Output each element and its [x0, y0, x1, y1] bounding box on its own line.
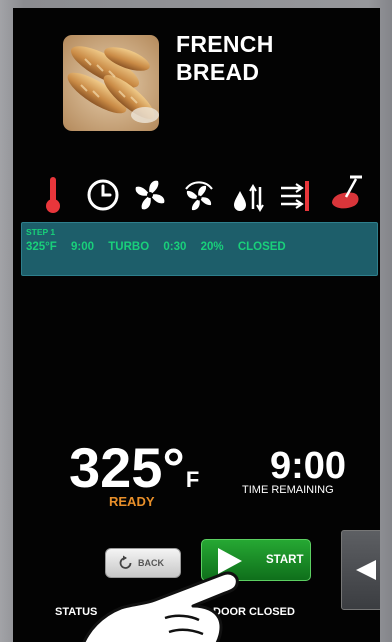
- time-remaining-label: TIME REMAINING: [242, 484, 334, 496]
- turbo-fan-icon: [130, 173, 170, 217]
- touch-screen: FRENCH BREAD STEP 1 325°F 9:00 TURBO 0:3…: [13, 8, 380, 642]
- recipe-title-line2: BREAD: [176, 59, 260, 85]
- step-label: STEP 1: [26, 227, 56, 237]
- step-fan-time: 0:30: [163, 241, 187, 253]
- temperature-value: 325°: [69, 436, 185, 499]
- oven-control-device: FRENCH BREAD STEP 1 325°F 9:00 TURBO 0:3…: [0, 0, 392, 642]
- pointing-hand-icon: [82, 571, 239, 642]
- thermometer-icon: [33, 173, 73, 217]
- vent-icon: [275, 173, 315, 217]
- step-time: 9:00: [71, 241, 95, 253]
- step-fan-mode: TURBO: [108, 241, 150, 253]
- step-humidity: 20%: [200, 241, 224, 253]
- recipe-image: [63, 35, 159, 131]
- temperature-status: READY: [109, 494, 155, 509]
- moisture-icon: [228, 173, 268, 217]
- step-vent: CLOSED: [237, 241, 286, 253]
- step-1-panel[interactable]: STEP 1 325°F 9:00 TURBO 0:30 20% CLOSED: [21, 222, 378, 276]
- meat-probe-icon: [326, 173, 366, 217]
- start-button-label: START: [266, 554, 304, 566]
- clock-icon: [83, 173, 123, 217]
- side-panel-toggle[interactable]: [341, 530, 380, 610]
- step-temperature: 325°F: [26, 241, 57, 253]
- time-remaining-value: 9:00: [270, 445, 347, 487]
- temperature-unit: F: [185, 467, 200, 492]
- recipe-title: FRENCH BREAD: [176, 30, 274, 86]
- recipe-title-line1: FRENCH: [176, 31, 274, 57]
- parameter-icon-row: [13, 173, 380, 223]
- left-arrow-icon: [356, 560, 376, 580]
- fan-icon: [179, 173, 219, 217]
- step-parameters: 325°F 9:00 TURBO 0:30 20% CLOSED: [26, 241, 297, 253]
